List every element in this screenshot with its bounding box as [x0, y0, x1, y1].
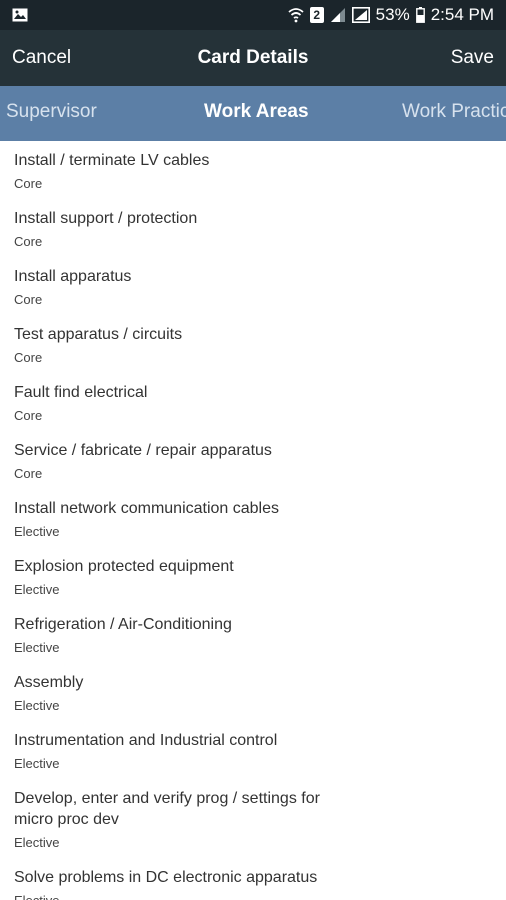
list-item[interactable]: Service / fabricate / repair apparatus C…: [0, 431, 506, 489]
tab-supervisor[interactable]: Supervisor: [6, 86, 97, 141]
gallery-notification-icon: [12, 8, 28, 22]
work-areas-list[interactable]: Install / terminate LV cables Core Insta…: [0, 141, 506, 900]
list-item-category: Elective: [14, 582, 60, 597]
list-item-title: Refrigeration / Air-Conditioning: [14, 616, 232, 633]
list-item-title: Explosion protected equipment: [14, 558, 234, 575]
save-button[interactable]: Save: [451, 47, 494, 69]
list-item-category: Elective: [14, 892, 492, 900]
list-item-category: Core: [14, 350, 43, 365]
app-bar: Cancel Card Details Save: [0, 30, 506, 86]
list-item-title: Instrumentation and Industrial control: [14, 732, 278, 749]
tab-work-practices[interactable]: Work Practices: [402, 86, 506, 141]
list-item[interactable]: Install support / protection Core: [0, 199, 506, 257]
list-item-title: Assembly: [14, 674, 84, 691]
list-item-title: Install network communication cables: [14, 500, 280, 517]
wifi-calling-icon: [288, 7, 304, 23]
list-item[interactable]: Install apparatus Core: [0, 257, 506, 315]
list-item-title: Service / fabricate / repair apparatus: [14, 442, 272, 459]
list-item-title: Solve problems in DC electronic apparatu…: [14, 869, 318, 886]
clock: 2:54 PM: [430, 5, 494, 24]
list-item[interactable]: Test apparatus / circuits Core: [0, 315, 506, 373]
tab-work-areas[interactable]: Work Areas: [204, 86, 309, 141]
list-item-category: Elective: [14, 640, 60, 655]
list-item-category: Elective: [14, 698, 60, 713]
list-item[interactable]: Refrigeration / Air-Conditioning Electiv…: [0, 605, 506, 663]
cancel-button[interactable]: Cancel: [12, 47, 71, 69]
list-item-category: Elective: [14, 835, 60, 850]
list-item-title: Fault find electrical: [14, 384, 148, 401]
list-item-title: Install support / protection: [14, 210, 198, 227]
tab-bar: Supervisor Work Areas Work Practices: [0, 86, 506, 141]
sim-badge: 2: [309, 7, 324, 23]
list-item-title: Develop, enter and verify prog / setting…: [14, 790, 320, 828]
status-bar: 2 53% 2:54 PM: [0, 0, 506, 30]
signal-icon: [330, 7, 346, 23]
page-title: Card Details: [197, 47, 309, 68]
list-item[interactable]: Install / terminate LV cables Core: [0, 141, 506, 199]
list-item-category: Core: [14, 466, 43, 481]
list-item[interactable]: Instrumentation and Industrial control E…: [0, 721, 506, 779]
list-item-category: Elective: [14, 524, 60, 539]
signal-secondary-icon: [351, 7, 370, 23]
list-item-category: Elective: [14, 756, 60, 771]
list-item[interactable]: Develop, enter and verify prog / setting…: [0, 779, 506, 858]
list-item[interactable]: Explosion protected equipment Elective: [0, 547, 506, 605]
list-item[interactable]: Install network communication cables Ele…: [0, 489, 506, 547]
list-item[interactable]: Assembly Elective: [0, 663, 506, 721]
list-item-category: Core: [14, 176, 43, 191]
list-item-title: Test apparatus / circuits: [14, 326, 183, 343]
list-item-category: Core: [14, 408, 43, 423]
list-item-category: Core: [14, 292, 43, 307]
battery-icon: [415, 7, 425, 23]
list-item[interactable]: Solve problems in DC electronic apparatu…: [0, 858, 506, 900]
battery-percent: 53%: [375, 5, 410, 24]
list-item[interactable]: Fault find electrical Core: [0, 373, 506, 431]
list-item-title: Install / terminate LV cables: [14, 152, 210, 169]
list-item-category: Core: [14, 234, 43, 249]
list-item-title: Install apparatus: [14, 268, 132, 285]
